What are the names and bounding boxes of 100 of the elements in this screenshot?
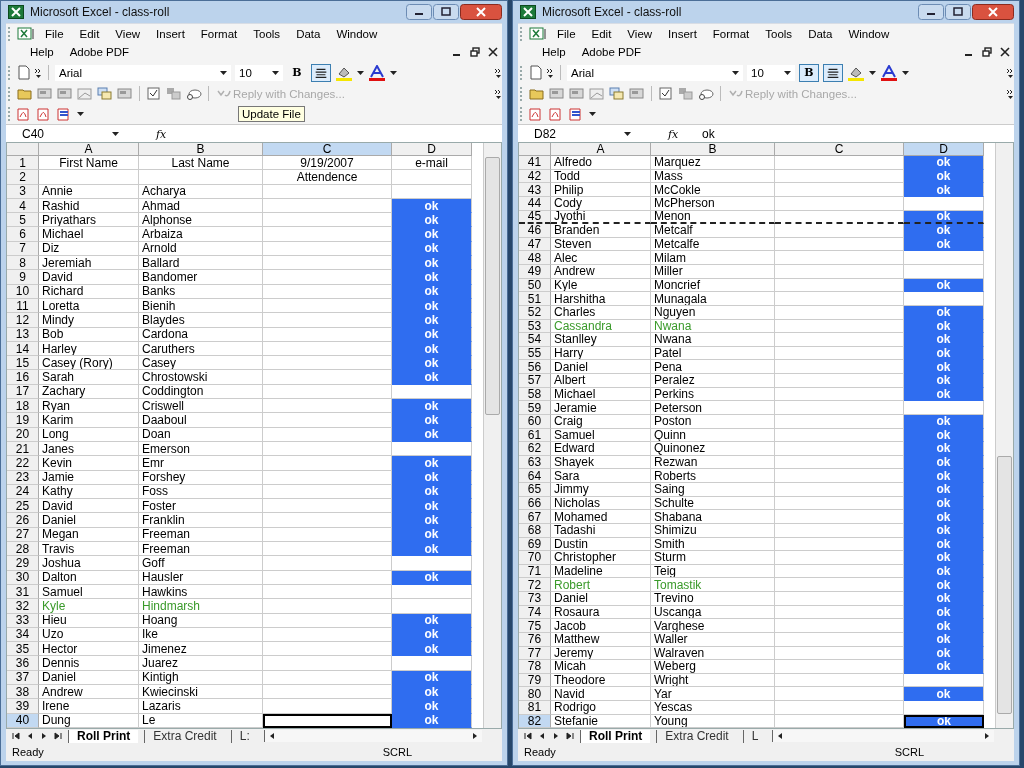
sheet-tab[interactable]: L: [742, 729, 767, 743]
row-number[interactable]: 32: [7, 599, 39, 614]
row-number[interactable]: 72: [519, 578, 551, 592]
row-number[interactable]: 22: [7, 456, 39, 471]
document-icon[interactable]: [549, 86, 565, 101]
bold-button[interactable]: B: [799, 63, 819, 82]
menu-item[interactable]: Data: [290, 28, 327, 40]
row-number[interactable]: 78: [519, 660, 551, 674]
sheet-tab[interactable]: Roll Print: [580, 729, 651, 743]
fill-color-caret-icon[interactable]: [357, 70, 364, 75]
row-number[interactable]: 36: [7, 656, 39, 671]
row-number[interactable]: 16: [7, 370, 39, 385]
font-color-icon[interactable]: [880, 64, 898, 81]
column-header[interactable]: D: [904, 143, 984, 156]
row-number[interactable]: 41: [519, 156, 551, 170]
column-header[interactable]: B: [651, 143, 775, 156]
document-icon[interactable]: [629, 86, 645, 101]
first-sheet-icon[interactable]: [524, 732, 532, 740]
document-icon[interactable]: [117, 86, 133, 101]
row-number[interactable]: 5: [7, 213, 39, 228]
windows-icon[interactable]: [609, 86, 625, 101]
document-icon[interactable]: [569, 86, 585, 101]
previous-sheet-icon[interactable]: [538, 732, 546, 740]
close-icon[interactable]: [460, 4, 502, 20]
row-number[interactable]: 18: [7, 399, 39, 414]
maximize-icon[interactable]: [945, 4, 971, 20]
row-number[interactable]: 64: [519, 469, 551, 483]
menu-item[interactable]: View: [109, 28, 147, 40]
folder-icon[interactable]: [17, 86, 33, 101]
menu-item[interactable]: View: [621, 28, 659, 40]
row-number[interactable]: 73: [519, 592, 551, 606]
row-number[interactable]: 70: [519, 551, 551, 565]
vertical-scrollbar[interactable]: [995, 143, 1013, 728]
column-header[interactable]: B: [139, 143, 263, 156]
overflow-icon[interactable]: [547, 67, 554, 78]
menu-item[interactable]: Adobe PDF: [63, 46, 136, 58]
menu-item[interactable]: Help: [24, 46, 60, 58]
font-size-field[interactable]: 10: [747, 64, 795, 81]
menu-item[interactable]: File: [39, 28, 70, 40]
row-number[interactable]: 81: [519, 701, 551, 715]
next-sheet-icon[interactable]: [552, 732, 560, 740]
overflow-icon[interactable]: [495, 88, 502, 99]
overflow-icon[interactable]: [495, 67, 502, 78]
overflow-icon[interactable]: [1007, 88, 1014, 99]
last-sheet-icon[interactable]: [566, 732, 574, 740]
menu-item[interactable]: File: [551, 28, 582, 40]
row-number[interactable]: 48: [519, 251, 551, 265]
row-number[interactable]: 1: [7, 156, 39, 171]
sheet-tab[interactable]: Roll Print: [68, 729, 139, 743]
row-number[interactable]: 28: [7, 542, 39, 557]
row-number[interactable]: 15: [7, 356, 39, 371]
column-header[interactable]: D: [392, 143, 472, 156]
menu-item[interactable]: Edit: [585, 28, 618, 40]
row-number[interactable]: 39: [7, 699, 39, 714]
menu-item[interactable]: Edit: [73, 28, 106, 40]
align-center-icon[interactable]: [823, 63, 843, 82]
vertical-scrollbar[interactable]: [483, 143, 501, 728]
checkbox-icon[interactable]: [658, 86, 674, 101]
mail-icon[interactable]: [186, 86, 202, 101]
name-box[interactable]: C40: [6, 126, 126, 141]
menu-item[interactable]: Window: [330, 28, 384, 40]
row-number[interactable]: 54: [519, 333, 551, 347]
close-icon[interactable]: [1000, 47, 1010, 57]
document-icon[interactable]: [57, 86, 73, 101]
font-color-caret-icon[interactable]: [902, 70, 909, 75]
row-number[interactable]: 49: [519, 265, 551, 279]
name-box[interactable]: D82: [518, 126, 638, 141]
document-icon[interactable]: [37, 86, 53, 101]
column-header[interactable]: A: [39, 143, 139, 156]
formula-field[interactable]: ok: [698, 126, 1014, 141]
align-center-icon[interactable]: [311, 63, 331, 82]
caret-icon[interactable]: [784, 70, 791, 75]
menu-item[interactable]: Help: [536, 46, 572, 58]
caret-icon[interactable]: [272, 70, 279, 75]
menu-item[interactable]: Insert: [150, 28, 191, 40]
caret-icon[interactable]: [112, 131, 119, 136]
row-number[interactable]: 8: [7, 256, 39, 271]
row-number[interactable]: 67: [519, 510, 551, 524]
horizontal-scrollbar[interactable]: [263, 730, 482, 742]
row-number[interactable]: 80: [519, 687, 551, 701]
mail-icon[interactable]: [698, 86, 714, 101]
menu-item[interactable]: Adobe PDF: [575, 46, 648, 58]
menu-item[interactable]: Window: [842, 28, 896, 40]
folder-icon[interactable]: [529, 86, 545, 101]
row-number[interactable]: 56: [519, 360, 551, 374]
minimize-icon[interactable]: [406, 4, 432, 20]
previous-sheet-icon[interactable]: [26, 732, 34, 740]
new-document-icon[interactable]: [529, 64, 543, 81]
row-number[interactable]: 62: [519, 442, 551, 456]
close-icon[interactable]: [972, 4, 1014, 20]
caret-icon[interactable]: [624, 131, 631, 136]
caret-icon[interactable]: [732, 70, 739, 75]
row-number[interactable]: 46: [519, 224, 551, 238]
minimize-icon[interactable]: [918, 4, 944, 20]
row-number[interactable]: 57: [519, 374, 551, 388]
caret-icon[interactable]: [589, 112, 596, 116]
row-number[interactable]: 35: [7, 642, 39, 657]
caret-icon[interactable]: [77, 112, 84, 116]
sheet-tab[interactable]: Extra Credit: [656, 729, 737, 743]
last-sheet-icon[interactable]: [54, 732, 62, 740]
